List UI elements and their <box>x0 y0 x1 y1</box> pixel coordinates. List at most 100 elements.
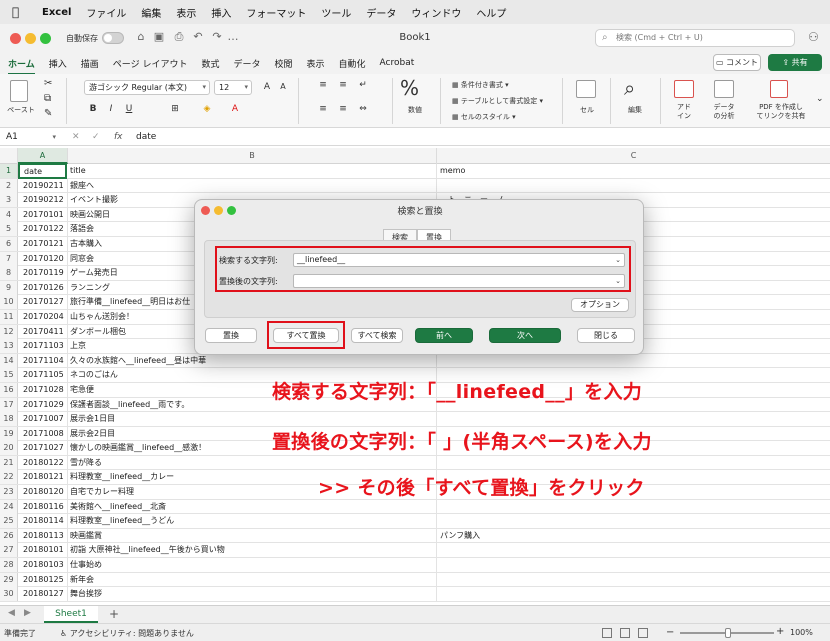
cell-b[interactable]: 映画鑑賞 <box>68 528 437 543</box>
confirm-icon[interactable]: ✓ <box>92 130 100 144</box>
tab-formulas[interactable]: 数式 <box>201 57 219 70</box>
cell-a[interactable]: 20180127 <box>19 587 68 602</box>
redo-icon[interactable]: ↷ <box>210 30 224 44</box>
zoom-window-button[interactable] <box>40 33 51 44</box>
zoom-in-icon[interactable]: + <box>776 626 784 637</box>
cell-a[interactable]: 20180113 <box>19 528 68 543</box>
cell-a[interactable]: 20171104 <box>19 353 68 368</box>
cell-c[interactable]: memo <box>437 164 830 178</box>
tab-view[interactable]: 表示 <box>307 57 325 70</box>
percent-icon[interactable]: % <box>400 76 419 100</box>
menu-file[interactable]: ファイル <box>86 5 126 20</box>
copy-icon[interactable]: ⧉ <box>44 93 51 104</box>
row-header[interactable]: 3 <box>0 193 18 208</box>
row-header[interactable]: 18 <box>0 412 18 427</box>
name-box[interactable]: A1 ▾ <box>4 130 58 144</box>
tab-home[interactable]: ホーム <box>8 57 35 75</box>
column-header-b[interactable]: B <box>68 148 437 164</box>
cell-a[interactable]: 20170121 <box>19 236 68 251</box>
cancel-icon[interactable]: ✕ <box>72 130 80 144</box>
fill-color-icon[interactable]: ◈ <box>200 104 214 114</box>
row-header[interactable]: 30 <box>0 587 18 602</box>
next-sheet-icon[interactable]: ▶ <box>24 608 31 618</box>
select-all-corner[interactable] <box>0 148 18 164</box>
cell-a[interactable]: 20180116 <box>19 499 68 514</box>
tab-review[interactable]: 校閲 <box>274 57 292 70</box>
cell-b[interactable]: 雪が降る <box>68 455 437 470</box>
cell-a[interactable]: 20171105 <box>19 368 68 383</box>
minimize-window-button[interactable] <box>25 33 36 44</box>
cell-b[interactable]: 仕事始め <box>68 558 437 573</box>
cell-a[interactable]: 20171028 <box>19 382 68 397</box>
cell-c[interactable] <box>437 543 830 557</box>
autosave-toggle[interactable] <box>102 32 124 44</box>
cell-a[interactable]: 20180120 <box>19 485 68 500</box>
tab-draw[interactable]: 描画 <box>81 57 99 70</box>
zoom-knob[interactable] <box>725 628 731 638</box>
bold-icon[interactable]: B <box>86 104 100 114</box>
cell-b[interactable]: 銀座へ <box>68 178 437 193</box>
row-header[interactable]: 28 <box>0 558 18 573</box>
search-input[interactable]: ⌕ 検索 (Cmd + Ctrl + U) <box>595 29 795 47</box>
paste-icon[interactable] <box>10 80 28 102</box>
cell-b[interactable]: 美術館へ__linefeed__北斎 <box>68 499 437 514</box>
row-header[interactable]: 2 <box>0 178 18 193</box>
cut-icon[interactable]: ✂ <box>44 78 52 89</box>
cond-format-button[interactable]: ▦ 条件付き書式 ▾ <box>452 80 509 90</box>
row-header[interactable]: 7 <box>0 251 18 266</box>
font-name-select[interactable]: 游ゴシック Regular (本文) ▾ <box>84 80 210 95</box>
cell-c[interactable] <box>437 179 830 193</box>
pdf-icon[interactable] <box>770 80 788 98</box>
sheet-tab[interactable]: Sheet1 <box>44 606 98 623</box>
menu-app[interactable]: Excel <box>42 7 71 18</box>
menu-data[interactable]: データ <box>366 5 396 20</box>
align-top-icon[interactable]: ≡ <box>316 80 330 90</box>
cell-a[interactable]: 20171027 <box>19 441 68 456</box>
menu-window[interactable]: ウィンドウ <box>411 5 461 20</box>
cell-c[interactable] <box>437 558 830 572</box>
row-header[interactable]: 23 <box>0 485 18 500</box>
align-middle-icon[interactable]: ≡ <box>336 80 350 90</box>
replace-button[interactable]: 置換 <box>205 328 257 343</box>
row-header[interactable]: 29 <box>0 572 18 587</box>
menu-help[interactable]: ヘルプ <box>476 5 506 20</box>
tab-insert[interactable]: 挿入 <box>49 57 67 70</box>
analyze-data-icon[interactable] <box>714 80 734 98</box>
options-button[interactable]: オプション <box>571 298 629 312</box>
cell-c[interactable] <box>437 514 830 528</box>
close-window-button[interactable] <box>10 33 21 44</box>
row-header[interactable]: 6 <box>0 236 18 251</box>
wrap-text-icon[interactable]: ↵ <box>356 80 370 90</box>
close-button[interactable]: 閉じる <box>577 328 635 343</box>
row-header[interactable]: 8 <box>0 266 18 281</box>
more-icon[interactable]: … <box>226 30 240 44</box>
cell-a[interactable]: 20170120 <box>19 251 68 266</box>
cell-a[interactable]: 20170122 <box>19 222 68 237</box>
cell-a[interactable]: 20190212 <box>19 193 68 208</box>
apple-icon[interactable]:  <box>12 5 26 19</box>
print-icon[interactable]: ⎙ <box>172 30 186 44</box>
cell-a[interactable]: 20170127 <box>19 295 68 310</box>
merge-icon[interactable]: ⇔ <box>356 104 370 114</box>
people-icon[interactable]: ⚇ <box>808 30 819 44</box>
row-header[interactable]: 24 <box>0 499 18 514</box>
cell-b[interactable]: 初詣 大原神社__linefeed__午後から買い物 <box>68 543 437 558</box>
menu-format[interactable]: フォーマット <box>246 5 306 20</box>
cell-a[interactable]: 20170204 <box>19 309 68 324</box>
row-header[interactable]: 10 <box>0 295 18 310</box>
normal-view-icon[interactable] <box>602 628 612 638</box>
formula-input[interactable]: date <box>136 130 156 144</box>
cell-style-button[interactable]: ▦ セルのスタイル ▾ <box>452 112 516 122</box>
row-header[interactable]: 11 <box>0 309 18 324</box>
cell-a[interactable]: 20190211 <box>19 178 68 193</box>
cell-c[interactable] <box>437 500 830 514</box>
row-header[interactable]: 22 <box>0 470 18 485</box>
align-center-icon[interactable]: ≡ <box>336 104 350 114</box>
cell-a[interactable]: 20171007 <box>19 412 68 427</box>
border-icon[interactable]: ⊞ <box>168 104 182 114</box>
italic-icon[interactable]: I <box>104 104 118 114</box>
find-all-button[interactable]: すべて検索 <box>351 328 403 343</box>
font-size-select[interactable]: 12 ▾ <box>214 80 252 95</box>
cell-a[interactable]: 20171008 <box>19 426 68 441</box>
tab-data[interactable]: データ <box>233 57 260 70</box>
